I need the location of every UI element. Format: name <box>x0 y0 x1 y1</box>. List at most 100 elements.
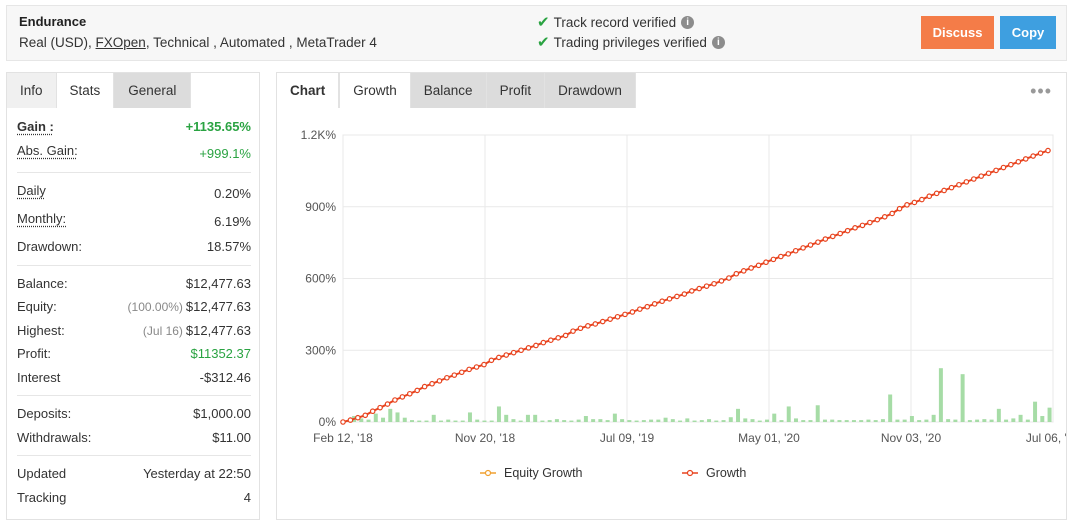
growth-point <box>421 383 428 390</box>
monthly-bar <box>656 419 661 422</box>
stat-label: Balance: <box>17 275 68 291</box>
growth-point <box>547 337 554 344</box>
y-tick-label: 1.2K% <box>301 128 337 142</box>
monthly-bar <box>518 420 523 422</box>
monthly-bar <box>895 419 900 422</box>
tab-balance[interactable]: Balance <box>410 73 487 108</box>
monthly-bar <box>967 420 972 422</box>
discuss-button[interactable]: Discuss <box>921 16 994 49</box>
monthly-bar <box>533 414 538 422</box>
growth-point <box>792 247 799 254</box>
stat-value: $1,000.00 <box>193 406 251 421</box>
growth-point <box>748 265 754 271</box>
growth-point <box>733 270 740 277</box>
growth-point <box>1022 156 1029 162</box>
legend-label: Growth <box>706 466 746 480</box>
tab-stats[interactable]: Stats <box>56 73 115 108</box>
monthly-bar <box>1018 414 1023 422</box>
monthly-bar <box>692 420 697 422</box>
tab-profit[interactable]: Profit <box>486 73 546 108</box>
equity-amount: $12,477.63 <box>185 299 251 314</box>
monthly-bar <box>917 420 922 422</box>
monthly-bar <box>489 420 494 422</box>
check-icon: ✔ <box>537 14 550 31</box>
info-icon[interactable]: i <box>681 15 695 29</box>
growth-point <box>1037 150 1044 156</box>
stat-label[interactable]: Abs. Gain: <box>17 143 78 158</box>
stat-drawdown: Drawdown: 18.57% <box>17 235 251 259</box>
info-icon[interactable]: i <box>711 35 725 49</box>
monthly-bar <box>837 420 842 422</box>
monthly-bar <box>880 419 885 422</box>
monthly-bar <box>873 420 878 422</box>
growth-point <box>889 210 895 217</box>
monthly-bar <box>388 408 393 422</box>
monthly-bar <box>1025 419 1030 422</box>
tab-chart[interactable]: Chart <box>277 73 340 108</box>
stat-withdrawals: Withdrawals: $11.00 <box>17 426 251 450</box>
stat-tracking: Tracking 4 <box>17 486 251 510</box>
growth-point <box>444 374 450 381</box>
stat-value: 0.20% <box>214 185 251 201</box>
monthly-bar <box>699 420 704 422</box>
chart-panel: Chart Growth Balance Profit Drawdown •••… <box>276 72 1067 520</box>
monthly-bar <box>547 420 552 422</box>
growth-point <box>436 378 443 384</box>
stat-label[interactable]: Daily <box>17 183 46 198</box>
monthly-bar <box>605 420 610 422</box>
stat-updated: Updated Yesterday at 22:50 <box>17 462 251 486</box>
stat-label: Interest <box>17 369 61 385</box>
monthly-bar <box>467 412 472 422</box>
chart-grid <box>342 134 1054 423</box>
broker-link[interactable]: FXOpen <box>96 35 146 50</box>
monthly-bar <box>685 418 690 422</box>
growth-point <box>859 222 866 229</box>
growth-point <box>896 205 903 212</box>
growth-point <box>585 323 591 329</box>
stat-gain: Gain : +1135.65% <box>17 115 251 139</box>
growth-point <box>540 339 547 346</box>
tab-growth[interactable]: Growth <box>339 73 411 108</box>
monthly-bar <box>438 420 443 422</box>
growth-point <box>807 242 814 248</box>
growth-point <box>607 316 613 322</box>
stat-daily: Daily 0.20% <box>17 179 251 207</box>
monthly-bar <box>1033 401 1038 422</box>
monthly-bar <box>830 419 835 422</box>
stat-value: 18.57% <box>206 238 251 254</box>
stat-label[interactable]: Gain : <box>17 119 54 134</box>
growth-point <box>674 293 680 300</box>
monthly-bar <box>453 420 458 422</box>
growth-point <box>740 268 747 274</box>
stat-monthly: Monthly: 6.19% <box>17 207 251 235</box>
monthly-bar <box>373 413 378 422</box>
growth-point <box>429 380 435 387</box>
growth-point <box>763 259 769 266</box>
growth-point <box>970 176 977 182</box>
growth-point <box>570 328 576 334</box>
monthly-bar <box>641 420 646 422</box>
stat-label[interactable]: Monthly: <box>17 211 66 226</box>
monthly-bar <box>598 419 603 422</box>
highest-date: (Jul 16) <box>142 323 183 338</box>
monthly-bar <box>960 374 965 422</box>
growth-point <box>451 372 458 378</box>
more-options-icon[interactable]: ••• <box>1030 81 1052 102</box>
stat-value: (100.00%) $12,477.63 <box>128 299 251 314</box>
growth-point <box>384 401 391 407</box>
tab-drawdown[interactable]: Drawdown <box>545 73 636 108</box>
growth-point <box>488 357 495 364</box>
monthly-bar <box>562 420 567 422</box>
divider <box>17 455 251 456</box>
growth-point <box>948 184 955 191</box>
tab-info[interactable]: Info <box>7 73 57 108</box>
copy-button[interactable]: Copy <box>1000 16 1056 49</box>
monthly-bar <box>728 417 733 422</box>
chart-tabs: Chart Growth Balance Profit Drawdown <box>277 73 636 108</box>
growth-point <box>1030 153 1036 159</box>
tab-general[interactable]: General <box>114 73 192 108</box>
growth-point <box>414 387 421 394</box>
system-title: Endurance <box>19 14 87 29</box>
monthly-bar <box>859 420 864 422</box>
monthly-bar <box>395 412 400 422</box>
